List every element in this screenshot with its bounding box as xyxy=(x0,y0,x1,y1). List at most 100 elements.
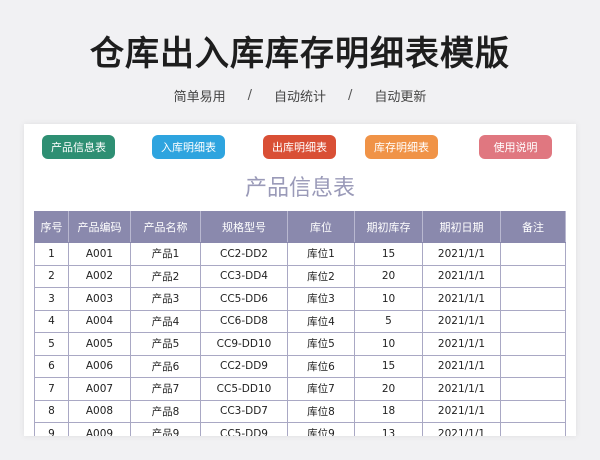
table-cell[interactable]: A007 xyxy=(68,377,131,401)
table-cell[interactable]: 产品4 xyxy=(130,309,201,333)
product-info-button[interactable]: 产品信息表 xyxy=(42,135,115,159)
table-cell[interactable]: A004 xyxy=(68,309,131,333)
table-row: 5 A005 产品5 CC9-DD10 库位5 10 2021/1/1 xyxy=(34,332,566,356)
product-info-table: 序号 产品编码 产品名称 规格型号 库位 期初库存 期初日期 备注 1 A001 产品1 CC2-D… xyxy=(34,211,566,436)
column-header: 产品编码 xyxy=(68,211,131,243)
table-row: 9 A009 产品9 CC5-DD9 库位9 13 2021/1/1 xyxy=(34,422,566,436)
column-header: 库位 xyxy=(287,211,355,243)
table-row: 2 A002 产品2 CC3-DD4 库位2 20 2021/1/1 xyxy=(34,264,566,288)
table-cell[interactable]: 13 xyxy=(354,422,423,436)
table-cell[interactable]: 5 xyxy=(34,332,69,356)
table-cell[interactable]: 库位1 xyxy=(287,242,355,266)
subtitle-bar: 简单易用 / 自动统计 / 自动更新 xyxy=(0,86,600,105)
column-header: 产品名称 xyxy=(130,211,201,243)
column-header: 期初库存 xyxy=(354,211,423,243)
table-cell[interactable]: 1 xyxy=(34,242,69,266)
subtitle-item: 自动统计 xyxy=(273,90,326,105)
table-cell[interactable]: 库位7 xyxy=(287,377,355,401)
table-cell[interactable]: 15 xyxy=(354,242,423,266)
table-cell[interactable]: 产品5 xyxy=(130,332,201,356)
table-row: 3 A003 产品3 CC5-DD6 库位3 10 2021/1/1 xyxy=(34,287,566,311)
inbound-detail-button[interactable]: 入库明细表 xyxy=(152,135,225,159)
sheet-title: 产品信息表 xyxy=(244,176,355,201)
table-cell[interactable]: CC6-DD8 xyxy=(200,309,288,333)
table-cell[interactable]: A002 xyxy=(68,264,131,288)
table-row: 7 A007 产品7 CC5-DD10 库位7 20 2021/1/1 xyxy=(34,377,566,401)
table-cell[interactable]: A005 xyxy=(68,332,131,356)
table-cell[interactable] xyxy=(500,354,566,378)
table-cell[interactable]: 2021/1/1 xyxy=(422,377,501,401)
table-cell[interactable]: CC5-DD9 xyxy=(200,422,288,436)
table-cell[interactable]: 9 xyxy=(34,422,69,436)
table-cell[interactable]: 2021/1/1 xyxy=(422,309,501,333)
column-header: 备注 xyxy=(500,211,566,243)
table-cell[interactable]: 2021/1/1 xyxy=(422,399,501,423)
page-title: 仓库出入库库存明细表模版 xyxy=(90,34,510,74)
table-cell[interactable]: CC2-DD9 xyxy=(200,354,288,378)
table-cell[interactable] xyxy=(500,399,566,423)
table-cell[interactable] xyxy=(500,287,566,311)
table-cell[interactable]: 8 xyxy=(34,399,69,423)
table-cell[interactable] xyxy=(500,264,566,288)
table-cell[interactable]: 库位9 xyxy=(287,422,355,436)
table-cell[interactable]: 库位3 xyxy=(287,287,355,311)
table-cell[interactable]: 库位4 xyxy=(287,309,355,333)
outbound-detail-button[interactable]: 出库明细表 xyxy=(263,135,336,159)
table-cell[interactable]: 产品3 xyxy=(130,287,201,311)
table-cell[interactable]: 4 xyxy=(34,309,69,333)
table-cell[interactable]: 库位6 xyxy=(287,354,355,378)
table-cell[interactable]: A008 xyxy=(68,399,131,423)
table-cell[interactable]: CC3-DD4 xyxy=(200,264,288,288)
table-cell[interactable]: 3 xyxy=(34,287,69,311)
table-cell[interactable]: A009 xyxy=(68,422,131,436)
table-cell[interactable]: 7 xyxy=(34,377,69,401)
table-cell[interactable]: CC3-DD7 xyxy=(200,399,288,423)
table-cell[interactable]: 20 xyxy=(354,377,423,401)
column-header: 序号 xyxy=(34,211,69,243)
table-cell[interactable] xyxy=(500,332,566,356)
table-cell[interactable]: 2 xyxy=(34,264,69,288)
inventory-detail-button[interactable]: 库存明细表 xyxy=(365,135,438,159)
usage-guide-button[interactable]: 使用说明 xyxy=(479,135,552,159)
spreadsheet-panel: 产品信息表 入库明细表 出库明细表 库存明细表 使用说明 产品信息表 序号 产品编… xyxy=(24,124,576,436)
table-cell[interactable]: 库位8 xyxy=(287,399,355,423)
table-row: 6 A006 产品6 CC2-DD9 库位6 15 2021/1/1 xyxy=(34,354,566,378)
table-cell[interactable]: CC2-DD2 xyxy=(200,242,288,266)
table-cell[interactable]: 18 xyxy=(354,399,423,423)
table-cell[interactable]: 2021/1/1 xyxy=(422,422,501,436)
table-cell[interactable] xyxy=(500,377,566,401)
table-cell[interactable]: A006 xyxy=(68,354,131,378)
column-header: 期初日期 xyxy=(422,211,501,243)
column-header: 规格型号 xyxy=(200,211,288,243)
table-cell[interactable]: 库位2 xyxy=(287,264,355,288)
table-cell[interactable]: 产品2 xyxy=(130,264,201,288)
table-cell[interactable]: 产品8 xyxy=(130,399,201,423)
table-cell[interactable]: 6 xyxy=(34,354,69,378)
table-cell[interactable]: 5 xyxy=(354,309,423,333)
subtitle-item: 自动更新 xyxy=(374,90,427,105)
table-cell[interactable]: 10 xyxy=(354,287,423,311)
table-cell[interactable] xyxy=(500,242,566,266)
table-cell[interactable]: 产品6 xyxy=(130,354,201,378)
table-cell[interactable] xyxy=(500,422,566,436)
table-cell[interactable]: 库位5 xyxy=(287,332,355,356)
table-cell[interactable]: 产品1 xyxy=(130,242,201,266)
table-cell[interactable]: 2021/1/1 xyxy=(422,354,501,378)
table-cell[interactable]: A001 xyxy=(68,242,131,266)
table-cell[interactable]: 2021/1/1 xyxy=(422,332,501,356)
table-cell[interactable]: 2021/1/1 xyxy=(422,242,501,266)
table-cell[interactable]: 2021/1/1 xyxy=(422,287,501,311)
table-cell[interactable]: 15 xyxy=(354,354,423,378)
table-header-row: 序号 产品编码 产品名称 规格型号 库位 期初库存 期初日期 备注 xyxy=(34,211,566,243)
table-cell[interactable]: 20 xyxy=(354,264,423,288)
table-cell[interactable]: 10 xyxy=(354,332,423,356)
table-cell[interactable]: A003 xyxy=(68,287,131,311)
table-cell[interactable]: 产品7 xyxy=(130,377,201,401)
table-cell[interactable]: CC5-DD10 xyxy=(200,377,288,401)
table-cell[interactable] xyxy=(500,309,566,333)
table-cell[interactable]: 2021/1/1 xyxy=(422,264,501,288)
table-cell[interactable]: 产品9 xyxy=(130,422,201,436)
table-cell[interactable]: CC5-DD6 xyxy=(200,287,288,311)
table-row: 4 A004 产品4 CC6-DD8 库位4 5 2021/1/1 xyxy=(34,309,566,333)
table-cell[interactable]: CC9-DD10 xyxy=(200,332,288,356)
